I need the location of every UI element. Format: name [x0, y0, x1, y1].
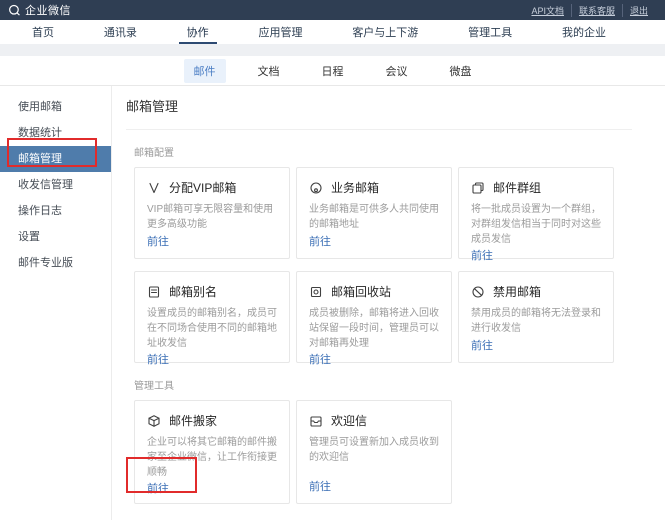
sidebar-item-settings[interactable]: 设置: [0, 224, 111, 250]
sidebar-item-use-mailbox[interactable]: 使用邮箱: [0, 94, 111, 120]
card-desc: 成员被删除，邮箱将进入回收站保留一段时间，管理员可以对邮箱再处理: [309, 306, 439, 351]
card-vip-mailbox: 分配VIP邮箱 VIP邮箱可享无限容量和使用更多高级功能 前往: [134, 167, 290, 259]
card-desc: 将一批成员设置为一个群组，对群组发信相当于同时对这些成员发信: [471, 202, 601, 247]
brand: 企业微信: [8, 2, 71, 18]
card-title: 禁用邮箱: [493, 283, 541, 300]
go-link-vip-mailbox[interactable]: 前往: [147, 233, 277, 249]
disable-mailbox-icon: [471, 285, 485, 299]
card-desc: 禁用成员的邮箱将无法登录和进行收发信: [471, 306, 601, 336]
card-disable-mailbox: 禁用邮箱 禁用成员的邮箱将无法登录和进行收发信 前往: [458, 271, 614, 363]
admin-tools-grid: 邮件搬家 企业可以将其它邮箱的邮件搬家至企业微信，让工作衔接更顺畅 前往 欢迎信…: [134, 400, 665, 504]
page-title: 邮箱管理: [126, 94, 632, 130]
tab-meeting[interactable]: 会议: [376, 59, 418, 83]
go-link-mail-move[interactable]: 前往: [147, 480, 277, 496]
mailbox-alias-icon: [147, 285, 161, 299]
go-link-disable-mailbox[interactable]: 前往: [471, 337, 601, 353]
card-title: 分配VIP邮箱: [169, 179, 236, 196]
card-desc: 设置成员的邮箱别名，成员可在不同场合使用不同的邮箱地址收发信: [147, 306, 277, 351]
card-mail-group: 邮件群组 将一批成员设置为一个群组，对群组发信相当于同时对这些成员发信 前往: [458, 167, 614, 259]
business-mailbox-icon: [309, 181, 323, 195]
card-title: 邮箱回收站: [331, 283, 391, 300]
welcome-letter-icon: [309, 414, 323, 428]
sidebar-item-operation-log[interactable]: 操作日志: [0, 198, 111, 224]
top-bar: 企业微信 API文档 联系客服 退出: [0, 0, 665, 20]
card-welcome-letter: 欢迎信 管理员可设置新加入成员收到的欢迎信 前往: [296, 400, 452, 504]
card-mailbox-alias: 邮箱别名 设置成员的邮箱别名，成员可在不同场合使用不同的邮箱地址收发信 前往: [134, 271, 290, 363]
collab-subtabs: 邮件 文档 日程 会议 微盘: [0, 56, 665, 86]
go-link-mail-group[interactable]: 前往: [471, 247, 601, 263]
go-link-mailbox-alias[interactable]: 前往: [147, 351, 277, 367]
card-mail-move: 邮件搬家 企业可以将其它邮箱的邮件搬家至企业微信，让工作衔接更顺畅 前往: [134, 400, 290, 504]
api-docs-link[interactable]: API文档: [524, 4, 571, 17]
sidebar-item-statistics[interactable]: 数据统计: [0, 120, 111, 146]
brand-name: 企业微信: [25, 2, 71, 18]
go-link-mailbox-recycle[interactable]: 前往: [309, 351, 439, 367]
nav-item-customers[interactable]: 客户与上下游: [348, 20, 422, 44]
main-nav: 首页 通讯录 协作 应用管理 客户与上下游 管理工具 我的企业: [0, 20, 665, 44]
card-desc: 管理员可设置新加入成员收到的欢迎信: [309, 435, 439, 465]
wecom-logo-icon: [8, 4, 21, 17]
wecom-admin-page: 企业微信 API文档 联系客服 退出 首页 通讯录 协作 应用管理 客户与上下游…: [0, 0, 665, 520]
sidebar-item-send-receive[interactable]: 收发信管理: [0, 172, 111, 198]
card-title: 邮件群组: [493, 179, 541, 196]
card-desc: VIP邮箱可享无限容量和使用更多高级功能: [147, 202, 277, 232]
tab-drive[interactable]: 微盘: [440, 59, 482, 83]
card-business-mailbox: 业务邮箱 业务邮箱是可供多人共同使用的邮箱地址 前往: [296, 167, 452, 259]
mail-move-icon: [147, 414, 161, 428]
topbar-links: API文档 联系客服 退出: [524, 4, 655, 17]
card-title: 欢迎信: [331, 412, 367, 429]
main-area: 使用邮箱 数据统计 邮箱管理 收发信管理 操作日志 设置 邮件专业版 邮箱管理 …: [0, 86, 665, 520]
mailbox-config-grid: 分配VIP邮箱 VIP邮箱可享无限容量和使用更多高级功能 前往 业务邮箱 业务邮…: [134, 167, 665, 363]
tab-docs[interactable]: 文档: [248, 59, 290, 83]
card-desc: 企业可以将其它邮箱的邮件搬家至企业微信，让工作衔接更顺畅: [147, 435, 277, 480]
nav-item-my-company[interactable]: 我的企业: [558, 20, 610, 44]
card-title: 业务邮箱: [331, 179, 379, 196]
nav-item-contacts[interactable]: 通讯录: [100, 20, 141, 44]
nav-item-collaboration[interactable]: 协作: [183, 20, 213, 44]
nav-item-home[interactable]: 首页: [28, 20, 58, 44]
mail-group-icon: [471, 181, 485, 195]
sidebar-item-mail-pro[interactable]: 邮件专业版: [0, 250, 111, 276]
go-link-business-mailbox[interactable]: 前往: [309, 233, 439, 249]
contact-support-link[interactable]: 联系客服: [571, 4, 622, 17]
logout-link[interactable]: 退出: [622, 4, 655, 17]
section-label-admin-tools: 管理工具: [134, 377, 665, 392]
mailbox-recycle-icon: [309, 285, 323, 299]
sidebar: 使用邮箱 数据统计 邮箱管理 收发信管理 操作日志 设置 邮件专业版: [0, 86, 112, 520]
go-link-welcome-letter[interactable]: 前往: [309, 478, 439, 494]
tab-mail[interactable]: 邮件: [184, 59, 226, 83]
card-desc: 业务邮箱是可供多人共同使用的邮箱地址: [309, 202, 439, 232]
card-mailbox-recycle: 邮箱回收站 成员被删除，邮箱将进入回收站保留一段时间，管理员可以对邮箱再处理 前…: [296, 271, 452, 363]
content: 邮箱管理 邮箱配置 分配VIP邮箱 VIP邮箱可享无限容量和使用更多高级功能 前…: [112, 86, 665, 520]
nav-item-apps[interactable]: 应用管理: [254, 20, 306, 44]
card-title: 邮箱别名: [169, 283, 217, 300]
vip-mailbox-icon: [147, 181, 161, 195]
tab-calendar[interactable]: 日程: [312, 59, 354, 83]
sidebar-item-mailbox-management[interactable]: 邮箱管理: [0, 146, 111, 172]
nav-item-admin-tools[interactable]: 管理工具: [464, 20, 516, 44]
section-label-mailbox-config: 邮箱配置: [134, 144, 665, 159]
gray-strip: [0, 44, 665, 56]
card-title: 邮件搬家: [169, 412, 217, 429]
